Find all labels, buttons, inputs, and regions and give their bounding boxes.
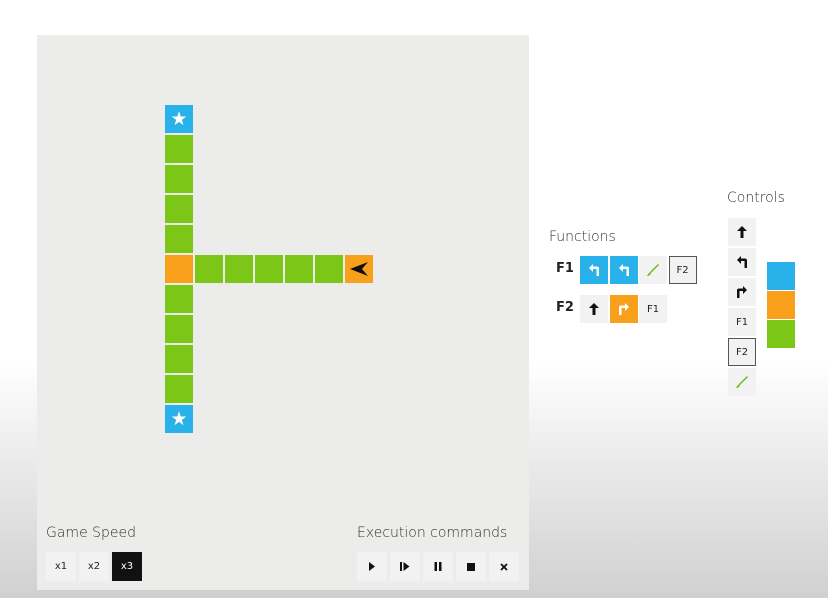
game-board: ★ ★: [37, 35, 529, 590]
function-name-f2: F2: [556, 300, 574, 315]
path-tile: [165, 195, 193, 223]
control-turn-left[interactable]: [728, 248, 756, 276]
stop-icon: [467, 562, 475, 571]
pause-icon: [434, 562, 442, 571]
path-tile: [165, 285, 193, 313]
color-swatch-1[interactable]: [767, 262, 795, 290]
function-f1-slot-3[interactable]: [639, 256, 667, 284]
function-f1-slot-1[interactable]: [580, 256, 608, 284]
path-tile: [225, 255, 253, 283]
function-name-f1: F1: [556, 261, 574, 276]
path-tile: [165, 165, 193, 193]
path-tile: [315, 255, 343, 283]
star-tile: ★: [165, 405, 193, 433]
speed-x2-button[interactable]: x2: [79, 552, 109, 581]
color-swatch-3[interactable]: [767, 320, 795, 348]
path-tile: [165, 345, 193, 373]
function-f1-slot-2[interactable]: [609, 256, 638, 284]
forward-icon: [736, 225, 748, 239]
path-tile: [165, 255, 193, 283]
play-button[interactable]: [357, 552, 387, 581]
color-swatch-2[interactable]: [767, 291, 795, 319]
function-f1-slot-4[interactable]: F2: [668, 256, 697, 284]
stop-button[interactable]: [456, 552, 486, 581]
control-f2[interactable]: F2: [728, 338, 756, 366]
star-tile: ★: [165, 105, 193, 133]
speed-x1-button[interactable]: x1: [46, 552, 76, 581]
function-f2-slot-3[interactable]: F1: [639, 295, 667, 323]
pause-button[interactable]: [423, 552, 453, 581]
path-tile: [165, 315, 193, 343]
paint-icon: [646, 263, 660, 277]
speed-x3-button[interactable]: x3: [112, 552, 142, 581]
control-paint[interactable]: [728, 368, 756, 396]
play-icon: [368, 562, 376, 571]
turn-left-icon: [588, 263, 600, 277]
path-tile: [165, 135, 193, 163]
function-f2-slot-2[interactable]: [609, 295, 638, 323]
turn-left-icon: [736, 255, 748, 269]
controls-title: Controls: [727, 190, 785, 206]
function-call-label: F1: [646, 303, 660, 315]
path-tile: [165, 225, 193, 253]
path-tile: [255, 255, 283, 283]
control-forward[interactable]: [728, 218, 756, 246]
turn-right-icon: [736, 285, 748, 299]
step-button[interactable]: [390, 552, 420, 581]
functions-title: Functions: [549, 229, 616, 245]
star-icon: ★: [170, 407, 188, 430]
forward-icon: [588, 302, 600, 316]
path-tile: [165, 375, 193, 403]
game-speed-title: Game Speed: [46, 525, 137, 541]
execution-title: Execution commands: [357, 525, 508, 541]
clear-button[interactable]: [489, 552, 519, 581]
turn-right-icon: [618, 302, 630, 316]
function-f2-slot-1[interactable]: [580, 295, 608, 323]
star-icon: ★: [170, 107, 188, 130]
robot-arrow-icon: [349, 261, 369, 277]
step-icon: [400, 562, 410, 571]
function-call-label: F1: [735, 316, 749, 328]
paint-icon: [735, 375, 749, 389]
path-tile: [195, 255, 223, 283]
turn-left-icon: [618, 263, 630, 277]
robot-tile: [345, 255, 373, 283]
function-call-label: F2: [676, 264, 689, 276]
control-turn-right[interactable]: [728, 278, 756, 306]
clear-icon: [500, 562, 508, 571]
function-call-label: F2: [735, 346, 749, 358]
control-f1[interactable]: F1: [728, 308, 756, 336]
path-tile: [285, 255, 313, 283]
